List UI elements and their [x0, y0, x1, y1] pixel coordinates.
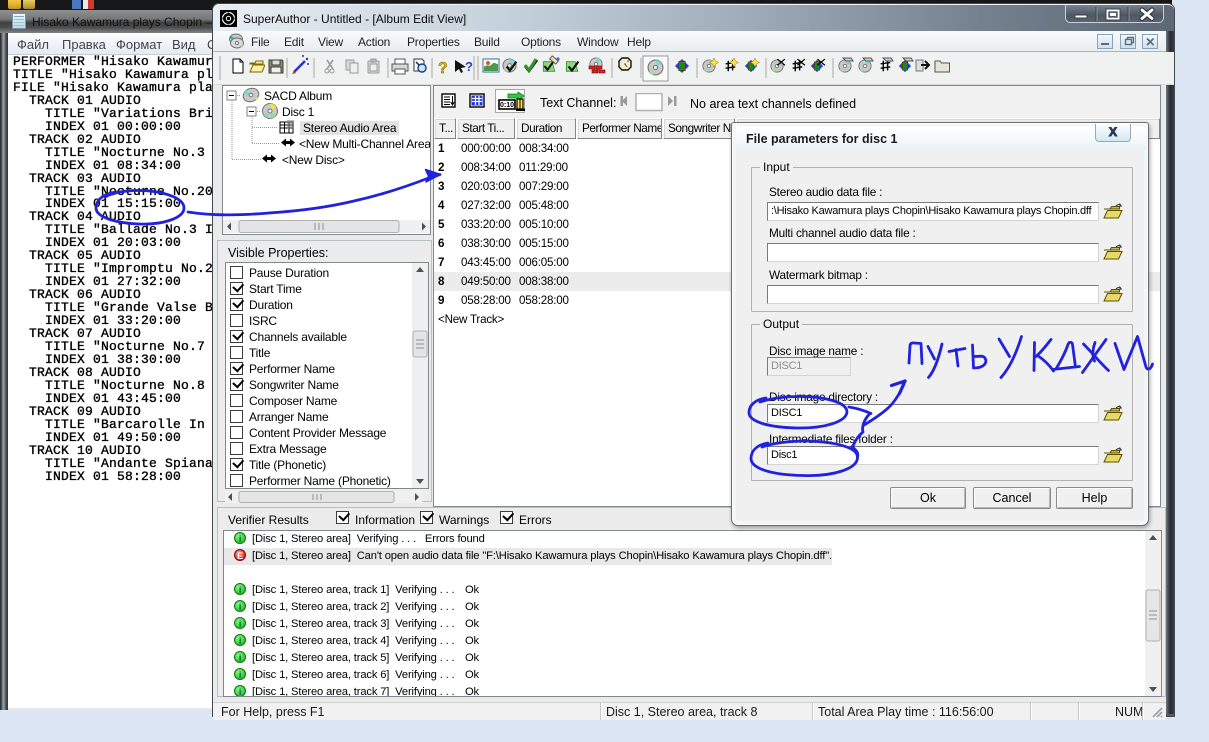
svg-text:?: ? — [465, 59, 473, 74]
svg-text:?: ? — [438, 60, 448, 77]
svg-text:0:10: 0:10 — [500, 102, 514, 109]
